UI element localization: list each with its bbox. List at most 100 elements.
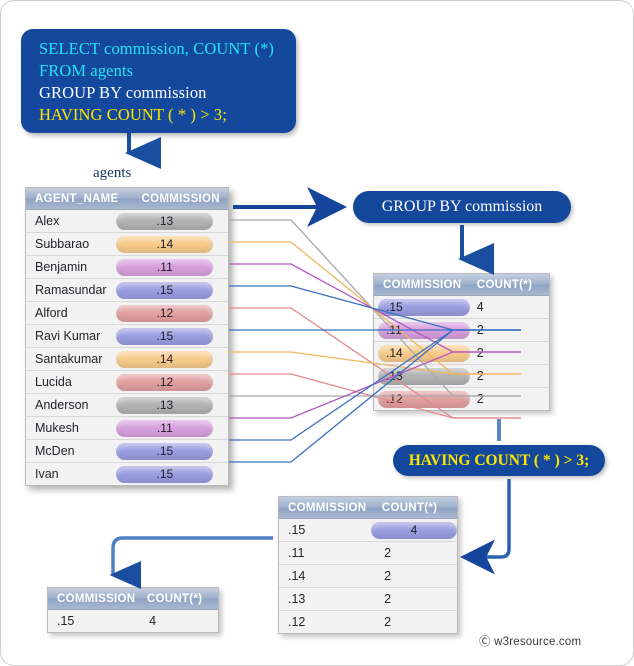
commission-cell: .15	[116, 442, 228, 460]
count-cell: 2	[476, 392, 484, 406]
commission-cell: .15	[116, 465, 228, 483]
commission-pill: .14	[378, 344, 470, 362]
count-highlight-pill: 4	[371, 521, 457, 539]
commission-pill: .11	[378, 321, 470, 339]
commission-pill: .15	[116, 465, 214, 483]
watermark: Ⓒ w3resource.com	[479, 636, 582, 648]
agent-name-cell: Ramasundar	[35, 283, 107, 297]
count-cell: 2	[384, 569, 392, 583]
count-cell: 2	[384, 615, 392, 629]
group-table-row: .13 2	[374, 365, 549, 388]
agents-table-body: Alex .13 Subbarao .14 Benjamin .11 Ramasundar.…	[26, 210, 228, 485]
sql-line-groupby: GROUP BY commission	[39, 83, 207, 102]
having-banner-label: HAVING COUNT ( * ) > 3;	[408, 451, 590, 469]
agents-table-row: Subbarao .14	[26, 233, 228, 256]
agent-name-cell: Alex	[35, 214, 60, 228]
commission-cell: .12	[288, 615, 306, 629]
group-by-result-table: COMMISSION COUNT(*) .15 4 .11 2 .14 2 .13 2 .12 2	[373, 273, 550, 411]
sql-line-having: HAVING COUNT ( * ) > 3;	[39, 105, 227, 124]
agents-table-header: AGENT_NAME COMMISSION	[26, 188, 228, 210]
commission-pill: .13	[116, 396, 214, 414]
group-by-banner-label: GROUP BY commission	[381, 198, 543, 215]
count-cell: 2	[476, 369, 484, 383]
agents-table-row: Ivan .15	[26, 463, 228, 485]
commission-pill: .13	[116, 212, 214, 230]
count-cell: 4	[149, 614, 157, 628]
agent-name-cell: Alford	[35, 306, 68, 320]
count-cell: 2	[476, 323, 484, 337]
having-table-row: .12 2	[279, 611, 457, 633]
group-table-body: .15 4 .11 2 .14 2 .13 2 .12 2	[374, 296, 549, 410]
count-cell: 4	[371, 521, 457, 539]
commission-pill: .15	[116, 281, 214, 299]
agents-table-row: Ravi Kumar .15	[26, 325, 228, 348]
commission-cell: .11	[116, 258, 228, 276]
commission-pill: .13	[378, 367, 470, 385]
commission-cell: .11	[374, 321, 472, 339]
commission-pill: .15	[116, 442, 214, 460]
having-table-row: .11 2	[279, 542, 457, 565]
agent-name-cell: Benjamin	[35, 260, 88, 274]
arrow-having-to-table	[460, 479, 511, 575]
commission-pill: .12	[116, 304, 214, 322]
arrow-having-to-result	[109, 536, 273, 589]
agents-table: AGENT_NAME COMMISSION Alex .13 Subbarao .14…	[25, 187, 229, 486]
having-table-body: .15 4 .11 2 .14 2 .13 2 .12 2	[279, 519, 457, 633]
group-table-header: COMMISSION COUNT(*)	[374, 274, 549, 296]
commission-cell: .11	[288, 546, 305, 560]
commission-cell: .14	[116, 235, 228, 253]
sql-line-select: SELECT commission, COUNT (*)	[39, 39, 275, 58]
commission-cell: .15	[57, 614, 75, 628]
column-header-agent-name: AGENT_NAME	[35, 192, 119, 205]
having-banner: HAVING COUNT ( * ) > 3;	[393, 445, 605, 476]
final-result-table: COMMISSION COUNT(*) .15 4	[47, 587, 219, 633]
column-header-commission: COMMISSION	[141, 192, 220, 205]
agents-table-row: Anderson .13	[26, 394, 228, 417]
group-table-row: .14 2	[374, 342, 549, 365]
commission-cell: .12	[116, 373, 228, 391]
group-table-row: .11 2	[374, 319, 549, 342]
commission-pill: .12	[116, 373, 214, 391]
agents-table-row: Alford .12	[26, 302, 228, 325]
commission-pill: .15	[378, 298, 470, 316]
commission-cell: .12	[374, 390, 472, 408]
column-header-count: COUNT(*)	[146, 592, 203, 605]
agents-table-caption: agents	[93, 165, 132, 181]
commission-pill: .15	[116, 327, 214, 345]
commission-cell: .15	[374, 298, 472, 316]
agents-table-row: McDen .15	[26, 440, 228, 463]
count-cell: 2	[384, 592, 392, 606]
commission-pill: .11	[116, 258, 214, 276]
column-header-commission: COMMISSION	[57, 592, 136, 605]
commission-cell: .15	[288, 523, 306, 537]
agent-name-cell: Mukesh	[35, 421, 79, 435]
commission-cell: .14	[116, 350, 228, 368]
commission-pill: .11	[116, 419, 214, 437]
commission-pill: .14	[116, 235, 214, 253]
agent-name-cell: Anderson	[35, 398, 89, 412]
count-cell: 4	[476, 300, 484, 314]
agents-table-row: Lucida .12	[26, 371, 228, 394]
result-table-body: .15 4	[48, 610, 218, 632]
having-table-header: COMMISSION COUNT(*)	[279, 497, 457, 519]
commission-pill: .14	[116, 350, 214, 368]
agents-table-row: Mukesh .11	[26, 417, 228, 440]
agent-name-cell: Ivan	[35, 467, 59, 481]
commission-cell: .13	[374, 367, 472, 385]
commission-cell: .13	[116, 396, 228, 414]
commission-cell: .11	[116, 419, 228, 437]
result-table-row: .15 4	[48, 610, 218, 632]
agents-table-row: Benjamin .11	[26, 256, 228, 279]
having-table-row: .15 4	[279, 519, 457, 542]
sql-query-box: SELECT commission, COUNT (*) FROM agents…	[21, 29, 296, 133]
agents-table-row: Alex .13	[26, 210, 228, 233]
count-cell: 2	[384, 546, 392, 560]
column-header-commission: COMMISSION	[288, 501, 367, 514]
agent-name-cell: Subbarao	[35, 237, 90, 251]
column-header-count: COUNT(*)	[381, 501, 438, 514]
agent-name-cell: Santakumar	[35, 352, 103, 366]
having-table-row: .14 2	[279, 565, 457, 588]
agent-name-cell: Ravi Kumar	[35, 329, 101, 343]
commission-cell: .12	[116, 304, 228, 322]
group-table-row: .12 2	[374, 388, 549, 410]
